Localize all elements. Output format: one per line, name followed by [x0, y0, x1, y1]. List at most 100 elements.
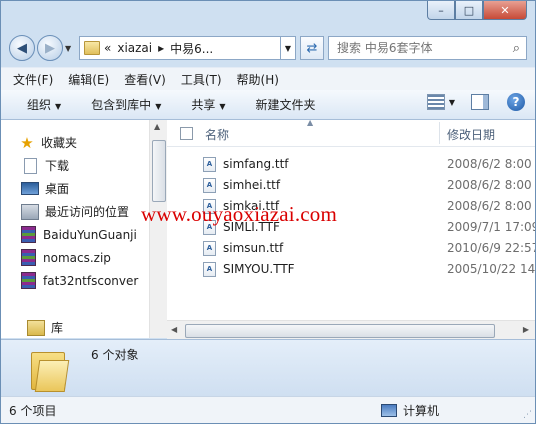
- nav-libraries[interactable]: 库: [27, 319, 63, 336]
- column-name[interactable]: 名称: [205, 126, 229, 143]
- view-options-icon[interactable]: [426, 94, 445, 110]
- breadcrumb-separator-icon[interactable]: ▸: [158, 41, 164, 55]
- column-divider[interactable]: [439, 122, 440, 144]
- file-date: 2010/6/9 22:57: [447, 241, 535, 255]
- search-icon[interactable]: ⌕: [513, 41, 520, 56]
- rar-icon: [21, 226, 36, 243]
- refresh-icon: ⇄: [306, 40, 318, 56]
- search-input[interactable]: [335, 40, 489, 56]
- file-name: simfang.ttf: [223, 157, 289, 171]
- share-button[interactable]: 共享 ▼: [191, 96, 225, 113]
- file-name: SIMYOU.TTF: [223, 262, 295, 276]
- address-overflow[interactable]: «: [104, 41, 111, 55]
- nav-baiduyun[interactable]: BaiduYunGuanji: [19, 226, 137, 243]
- chevron-down-icon: ▼: [55, 102, 62, 111]
- address-dropdown[interactable]: ▼: [281, 36, 296, 60]
- scroll-up-icon[interactable]: ▲: [154, 122, 160, 131]
- organize-label: 组织: [27, 98, 52, 112]
- forward-button[interactable]: ▶: [37, 35, 63, 61]
- view-dropdown-icon[interactable]: ▼: [449, 98, 455, 107]
- nav-label: fat32ntfsconver: [43, 273, 139, 288]
- resize-grip-icon[interactable]: ⋰: [523, 410, 532, 420]
- nav-label: BaiduYunGuanji: [43, 227, 137, 242]
- minimize-button[interactable]: –: [427, 1, 455, 20]
- file-list: ▲ 名称 修改日期 Asimfang.ttf 2008/6/2 8:00 Asim…: [167, 120, 535, 338]
- horizontal-scrollbar[interactable]: ◀ ▶: [167, 320, 535, 339]
- folder-large-icon: [29, 346, 70, 392]
- document-icon: [24, 157, 37, 174]
- organize-button[interactable]: 组织 ▼: [27, 96, 61, 113]
- file-date: 2005/10/22 14:: [447, 262, 535, 276]
- preview-pane-icon[interactable]: [471, 94, 489, 110]
- close-button[interactable]: ✕: [483, 1, 527, 20]
- status-location-label: 计算机: [403, 404, 440, 418]
- file-name: simhei.ttf: [223, 178, 281, 192]
- nav-downloads[interactable]: 下载: [21, 157, 69, 174]
- nav-scrollbar[interactable]: ▲: [149, 120, 167, 338]
- nav-label: 收藏夹: [41, 136, 78, 150]
- desktop-icon: [21, 182, 39, 195]
- explorer-window: – □ ✕ ◀ ▶ ▼ « xiazai ▸ 中易6... ▼ ⇄ ⌕ 文件(F…: [0, 0, 536, 424]
- breadcrumb-current[interactable]: 中易6...: [170, 40, 213, 57]
- scroll-left-icon[interactable]: ◀: [171, 325, 177, 334]
- nav-label: 库: [51, 321, 64, 335]
- nav-favorites[interactable]: ★ 收藏夹: [19, 134, 77, 151]
- maximize-button[interactable]: □: [455, 1, 483, 20]
- sort-indicator-icon: ▲: [307, 120, 314, 127]
- nav-desktop[interactable]: 桌面: [21, 180, 69, 197]
- menu-help[interactable]: 帮助(H): [237, 71, 279, 88]
- include-in-library-button[interactable]: 包含到库中 ▼: [91, 96, 161, 113]
- nav-scroll-thumb[interactable]: [152, 140, 166, 202]
- include-label: 包含到库中: [91, 98, 152, 112]
- menu-bar: 文件(F) 编辑(E) 查看(V) 工具(T) 帮助(H): [1, 67, 535, 90]
- column-date-modified[interactable]: 修改日期: [447, 126, 495, 143]
- forward-arrow-icon: ▶: [45, 40, 55, 56]
- breadcrumb-xiazai[interactable]: xiazai: [117, 41, 152, 55]
- address-bar[interactable]: « xiazai ▸ 中易6...: [79, 36, 281, 60]
- rar-icon: [21, 272, 36, 289]
- menu-view[interactable]: 查看(V): [124, 71, 166, 88]
- file-date: 2008/6/2 8:00: [447, 199, 532, 213]
- file-row[interactable]: Asimfang.ttf 2008/6/2 8:00: [167, 154, 535, 174]
- file-row[interactable]: Asimsun.ttf 2010/6/9 22:57: [167, 238, 535, 258]
- computer-icon: [381, 404, 397, 417]
- nav-recent-places[interactable]: 最近访问的位置: [21, 203, 129, 220]
- navigation-pane: ★ 收藏夹 下载 桌面 最近访问的位置 BaiduYunGuanji nomacs…: [1, 120, 149, 338]
- file-row[interactable]: Asimhei.ttf 2008/6/2 8:00: [167, 175, 535, 195]
- object-count: 6 个对象: [91, 348, 139, 362]
- menu-tools[interactable]: 工具(T): [181, 71, 222, 88]
- file-date: 2008/6/2 8:00: [447, 157, 532, 171]
- recent-pages-dropdown[interactable]: ▼: [65, 44, 75, 53]
- status-bar: 6 个项目 计算机 ⋰: [1, 396, 535, 423]
- menu-file[interactable]: 文件(F): [13, 71, 53, 88]
- select-all-checkbox[interactable]: [180, 127, 193, 140]
- library-icon: [27, 319, 45, 336]
- font-file-icon: A: [203, 157, 216, 172]
- nav-label: 下载: [45, 159, 70, 173]
- file-date: 2009/7/1 17:09: [447, 220, 535, 234]
- folder-icon: [84, 41, 100, 55]
- nav-nomacs[interactable]: nomacs.zip: [19, 249, 111, 266]
- file-name: simsun.ttf: [223, 241, 284, 255]
- refresh-button[interactable]: ⇄: [300, 36, 324, 60]
- font-file-icon: A: [203, 262, 216, 277]
- scroll-right-icon[interactable]: ▶: [523, 325, 529, 334]
- column-header: ▲ 名称 修改日期: [167, 120, 535, 147]
- font-file-icon: A: [203, 241, 216, 256]
- horizontal-scroll-thumb[interactable]: [185, 324, 495, 338]
- caption-buttons: – □ ✕: [427, 1, 527, 20]
- menu-edit[interactable]: 编辑(E): [68, 71, 109, 88]
- recent-places-icon: [21, 203, 39, 220]
- nav-fat32ntfs[interactable]: fat32ntfsconver: [19, 272, 138, 289]
- back-button[interactable]: ◀: [9, 35, 35, 61]
- status-item-count: 6 个项目: [9, 404, 57, 418]
- address-row: ◀ ▶ ▼ « xiazai ▸ 中易6... ▼ ⇄ ⌕: [9, 35, 527, 61]
- help-icon[interactable]: ?: [507, 93, 525, 111]
- share-label: 共享: [191, 98, 216, 112]
- view-controls: ▼ ?: [426, 93, 525, 111]
- search-box[interactable]: ⌕: [328, 36, 527, 60]
- nav-label: nomacs.zip: [43, 250, 111, 265]
- new-folder-button[interactable]: 新建文件夹: [256, 96, 316, 113]
- details-pane: 6 个对象: [1, 339, 535, 396]
- file-row[interactable]: A SIMYOU.TTF 2005/10/22 14:: [167, 259, 535, 279]
